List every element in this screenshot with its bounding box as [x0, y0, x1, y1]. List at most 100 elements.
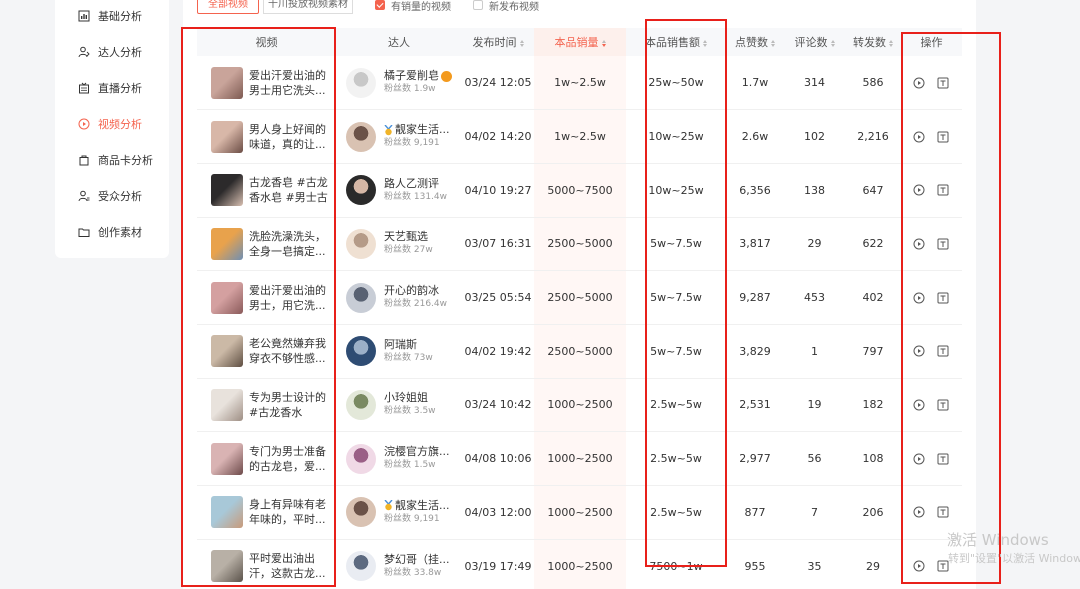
col-publish-time[interactable]: 发布时间 [462, 28, 534, 56]
has-sales-checkbox[interactable]: 有销量的视频 [375, 0, 451, 13]
avatar[interactable] [346, 443, 376, 474]
video-thumbnail[interactable] [211, 442, 243, 475]
creator-name[interactable]: 路人乙测评 [384, 177, 439, 191]
text-script-icon[interactable] [937, 238, 949, 250]
table-row[interactable]: 古龙香皂 #古龙香水皂 #男士古龙...路人乙测评粉丝数 131.4w04/10… [197, 163, 962, 218]
play-icon[interactable] [913, 131, 925, 143]
creator-name[interactable]: 靓家生活... [395, 123, 450, 137]
col-revenue[interactable]: 本品销售额 [626, 28, 726, 56]
play-icon[interactable] [913, 399, 925, 411]
avatar[interactable] [346, 175, 376, 206]
sidebar-item-creator-analysis[interactable]: 达人分析 [55, 34, 169, 70]
video-cell[interactable]: 洗脸洗澡洗头，全身一皂搞定... [197, 217, 336, 272]
creator-cell[interactable]: 小玲姐姐 粉丝数 3.5w [336, 378, 462, 433]
creator-name[interactable]: 阿瑞斯 [384, 338, 417, 352]
creator-name[interactable]: 开心的韵冰 [384, 284, 439, 298]
text-script-icon[interactable] [937, 184, 949, 196]
creator-cell[interactable]: 橘子爱削皂 粉丝数 1.9w [336, 56, 462, 111]
qianchuan-videos-button[interactable]: 千川投放视频素材 [263, 0, 353, 14]
col-sales[interactable]: 本品销量 [534, 28, 626, 56]
avatar[interactable] [346, 67, 376, 98]
video-title[interactable]: 洗脸洗澡洗头，全身一皂搞定... [249, 229, 331, 259]
video-title[interactable]: 专为男士设计的#古龙香水皂，... [249, 390, 331, 420]
creator-cell[interactable]: 靓家生活... 粉丝数 9,191 [336, 485, 462, 540]
video-cell[interactable]: 平时爱出油出汗，这款古龙... [197, 539, 336, 589]
video-cell[interactable]: 古龙香皂 #古龙香水皂 #男士古龙... [197, 163, 336, 218]
table-row[interactable]: 男人身上好闻的味道，真的让... 靓家生活... 粉丝数 9,191 04/02 14… [197, 109, 962, 164]
video-cell[interactable]: 专门为男士准备的古龙皂，爱... [197, 431, 336, 486]
video-cell[interactable]: 爱出汗爱出油的男士，用它洗... [197, 270, 336, 325]
play-icon[interactable] [913, 292, 925, 304]
table-row[interactable]: 身上有异味有老年味的，平时... 靓家生活... 粉丝数 9,191 04/03 12… [197, 485, 962, 540]
table-row[interactable]: 老公竟然嫌弃我穿衣不够性感... 阿瑞斯 粉丝数 73w 04/02 19:42 250… [197, 324, 962, 379]
table-row[interactable]: 洗脸洗澡洗头，全身一皂搞定... 天艺甄选 粉丝数 27w 03/07 16:31 25… [197, 217, 962, 272]
new-videos-checkbox[interactable]: 新发布视频 [473, 0, 539, 13]
table-row[interactable]: 专门为男士准备的古龙皂，爱... 浣樱官方旗... 粉丝数 1.5w 04/08 10… [197, 431, 962, 486]
video-thumbnail[interactable] [211, 496, 243, 529]
creator-name[interactable]: 靓家生活... [395, 499, 450, 513]
video-title[interactable]: 男人身上好闻的味道，真的让... [249, 122, 331, 152]
play-icon[interactable] [913, 345, 925, 357]
sidebar-item-product-card-analysis[interactable]: 商品卡分析 [55, 142, 169, 178]
video-title[interactable]: 专门为男士准备的古龙皂，爱... [249, 444, 331, 474]
video-title[interactable]: 平时爱出油出汗，这款古龙... [249, 551, 331, 581]
video-cell[interactable]: 爱出汗爱出油的男士用它洗头... [197, 56, 336, 111]
creator-cell[interactable]: 开心的韵冰 粉丝数 216.4w [336, 270, 462, 325]
creator-name[interactable]: 天艺甄选 [384, 230, 428, 244]
text-script-icon[interactable] [937, 506, 949, 518]
text-script-icon[interactable] [937, 453, 949, 465]
table-row[interactable]: 爱出汗爱出油的男士用它洗头... 橘子爱削皂 粉丝数 1.9w 03/24 12:05… [197, 56, 962, 111]
play-icon[interactable] [913, 238, 925, 250]
video-title[interactable]: 爱出汗爱出油的男士用它洗头... [249, 68, 331, 98]
sidebar-item-audience-analysis[interactable]: 受众分析 [55, 178, 169, 214]
play-icon[interactable] [913, 506, 925, 518]
video-title[interactable]: 老公竟然嫌弃我穿衣不够性感... [249, 336, 331, 366]
creator-cell[interactable]: 阿瑞斯 粉丝数 73w [336, 324, 462, 379]
col-comments[interactable]: 评论数 [784, 28, 845, 56]
video-cell[interactable]: 男人身上好闻的味道，真的让... [197, 109, 336, 164]
avatar[interactable] [346, 551, 376, 582]
text-script-icon[interactable] [937, 345, 949, 357]
avatar[interactable] [346, 282, 376, 313]
creator-name[interactable]: 小玲姐姐 [384, 391, 428, 405]
creator-name[interactable]: 浣樱官方旗... [384, 445, 450, 459]
avatar[interactable] [346, 336, 376, 367]
play-icon[interactable] [913, 560, 925, 572]
creator-cell[interactable]: 天艺甄选 粉丝数 27w [336, 217, 462, 272]
creator-cell[interactable]: 靓家生活... 粉丝数 9,191 [336, 109, 462, 164]
sidebar-item-video-analysis[interactable]: 视频分析 [55, 106, 169, 142]
creator-cell[interactable]: 浣樱官方旗... 粉丝数 1.5w [336, 431, 462, 486]
avatar[interactable] [346, 228, 376, 259]
table-row[interactable]: 专为男士设计的#古龙香水皂，...小玲姐姐粉丝数 3.5w03/24 10:42… [197, 378, 962, 433]
col-shares[interactable]: 转发数 [845, 28, 901, 56]
play-icon[interactable] [913, 453, 925, 465]
video-cell[interactable]: 身上有异味有老年味的，平时... [197, 485, 336, 540]
sidebar-item-basic-analysis[interactable]: 基础分析 [55, 0, 169, 34]
video-title[interactable]: 身上有异味有老年味的，平时... [249, 497, 331, 527]
video-cell[interactable]: 专为男士设计的#古龙香水皂，... [197, 378, 336, 433]
creator-cell[interactable]: 梦幻哥（挂... 粉丝数 33.8w [336, 539, 462, 589]
avatar[interactable] [346, 389, 376, 420]
video-title[interactable]: 爱出汗爱出油的男士，用它洗... [249, 283, 331, 313]
video-thumbnail[interactable] [211, 227, 243, 260]
video-thumbnail[interactable] [211, 388, 243, 421]
table-row[interactable]: 平时爱出油出汗，这款古龙... 梦幻哥（挂... 粉丝数 33.8w 03/19 17… [197, 539, 962, 589]
video-thumbnail[interactable] [211, 550, 243, 583]
play-icon[interactable] [913, 184, 925, 196]
play-icon[interactable] [913, 77, 925, 89]
table-row[interactable]: 爱出汗爱出油的男士，用它洗... 开心的韵冰 粉丝数 216.4w 03/25 05:… [197, 270, 962, 325]
sidebar-item-live-analysis[interactable]: 直播分析 [55, 70, 169, 106]
video-thumbnail[interactable] [211, 335, 243, 368]
all-videos-button[interactable]: 全部视频 [197, 0, 259, 14]
text-script-icon[interactable] [937, 77, 949, 89]
avatar[interactable] [346, 121, 376, 152]
sidebar-item-creative-material[interactable]: 创作素材 [55, 214, 169, 250]
video-title[interactable]: 古龙香皂 #古龙香水皂 #男士古龙... [249, 175, 331, 205]
video-cell[interactable]: 老公竟然嫌弃我穿衣不够性感... [197, 324, 336, 379]
video-thumbnail[interactable] [211, 281, 243, 314]
video-thumbnail[interactable] [211, 66, 243, 99]
video-thumbnail[interactable] [211, 120, 243, 153]
text-script-icon[interactable] [937, 399, 949, 411]
text-script-icon[interactable] [937, 131, 949, 143]
creator-name[interactable]: 橘子爱削皂 [384, 69, 439, 83]
